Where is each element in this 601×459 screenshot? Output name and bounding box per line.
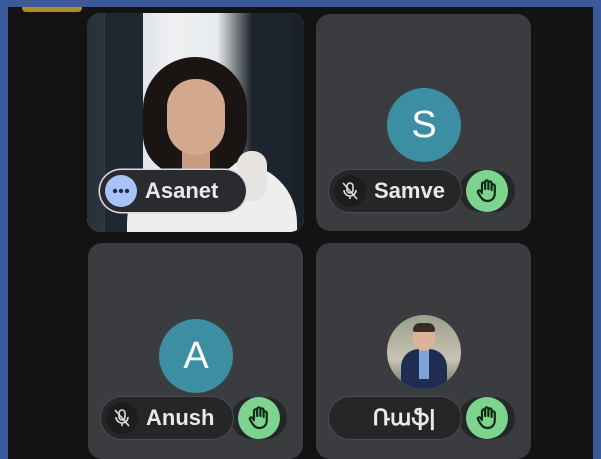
more-horizontal-icon <box>112 188 130 194</box>
raised-hand-icon <box>248 406 268 430</box>
participant-tile-raf[interactable]: Ռաֆ| <box>316 243 531 459</box>
avatar: S <box>387 88 461 162</box>
participant-namebar: Anush <box>101 397 233 439</box>
participant-namebar: Ռաֆ| <box>329 397 461 439</box>
more-options-button[interactable] <box>105 175 137 207</box>
avatar-photo <box>387 315 461 389</box>
mic-off-icon <box>114 409 130 427</box>
mic-off-indicator <box>334 175 366 207</box>
participant-namebar: Asanet <box>100 170 246 212</box>
raised-hand-button[interactable] <box>238 397 280 439</box>
participant-name: Anush <box>146 405 215 430</box>
participant-tile-asanet[interactable]: Asanet <box>87 13 304 232</box>
participant-tile-samve[interactable]: S Samve <box>316 14 531 231</box>
raised-hand-icon <box>476 406 496 430</box>
participant-namebar: Samve <box>329 170 461 212</box>
mic-off-icon <box>342 182 358 200</box>
raised-hand-icon <box>476 179 496 203</box>
avatar: A <box>159 319 233 393</box>
participant-name: Asanet <box>145 178 219 203</box>
participant-name: Samve <box>374 178 445 203</box>
top-indicator <box>22 7 82 12</box>
participant-name: Ռաֆ| <box>372 405 436 430</box>
raised-hand-button[interactable] <box>466 397 508 439</box>
mic-off-indicator <box>106 402 138 434</box>
meeting-grid: Asanet S Samve A Anush Ռաֆ| <box>8 7 593 459</box>
participant-tile-anush[interactable]: A Anush <box>88 243 303 459</box>
raised-hand-button[interactable] <box>466 170 508 212</box>
